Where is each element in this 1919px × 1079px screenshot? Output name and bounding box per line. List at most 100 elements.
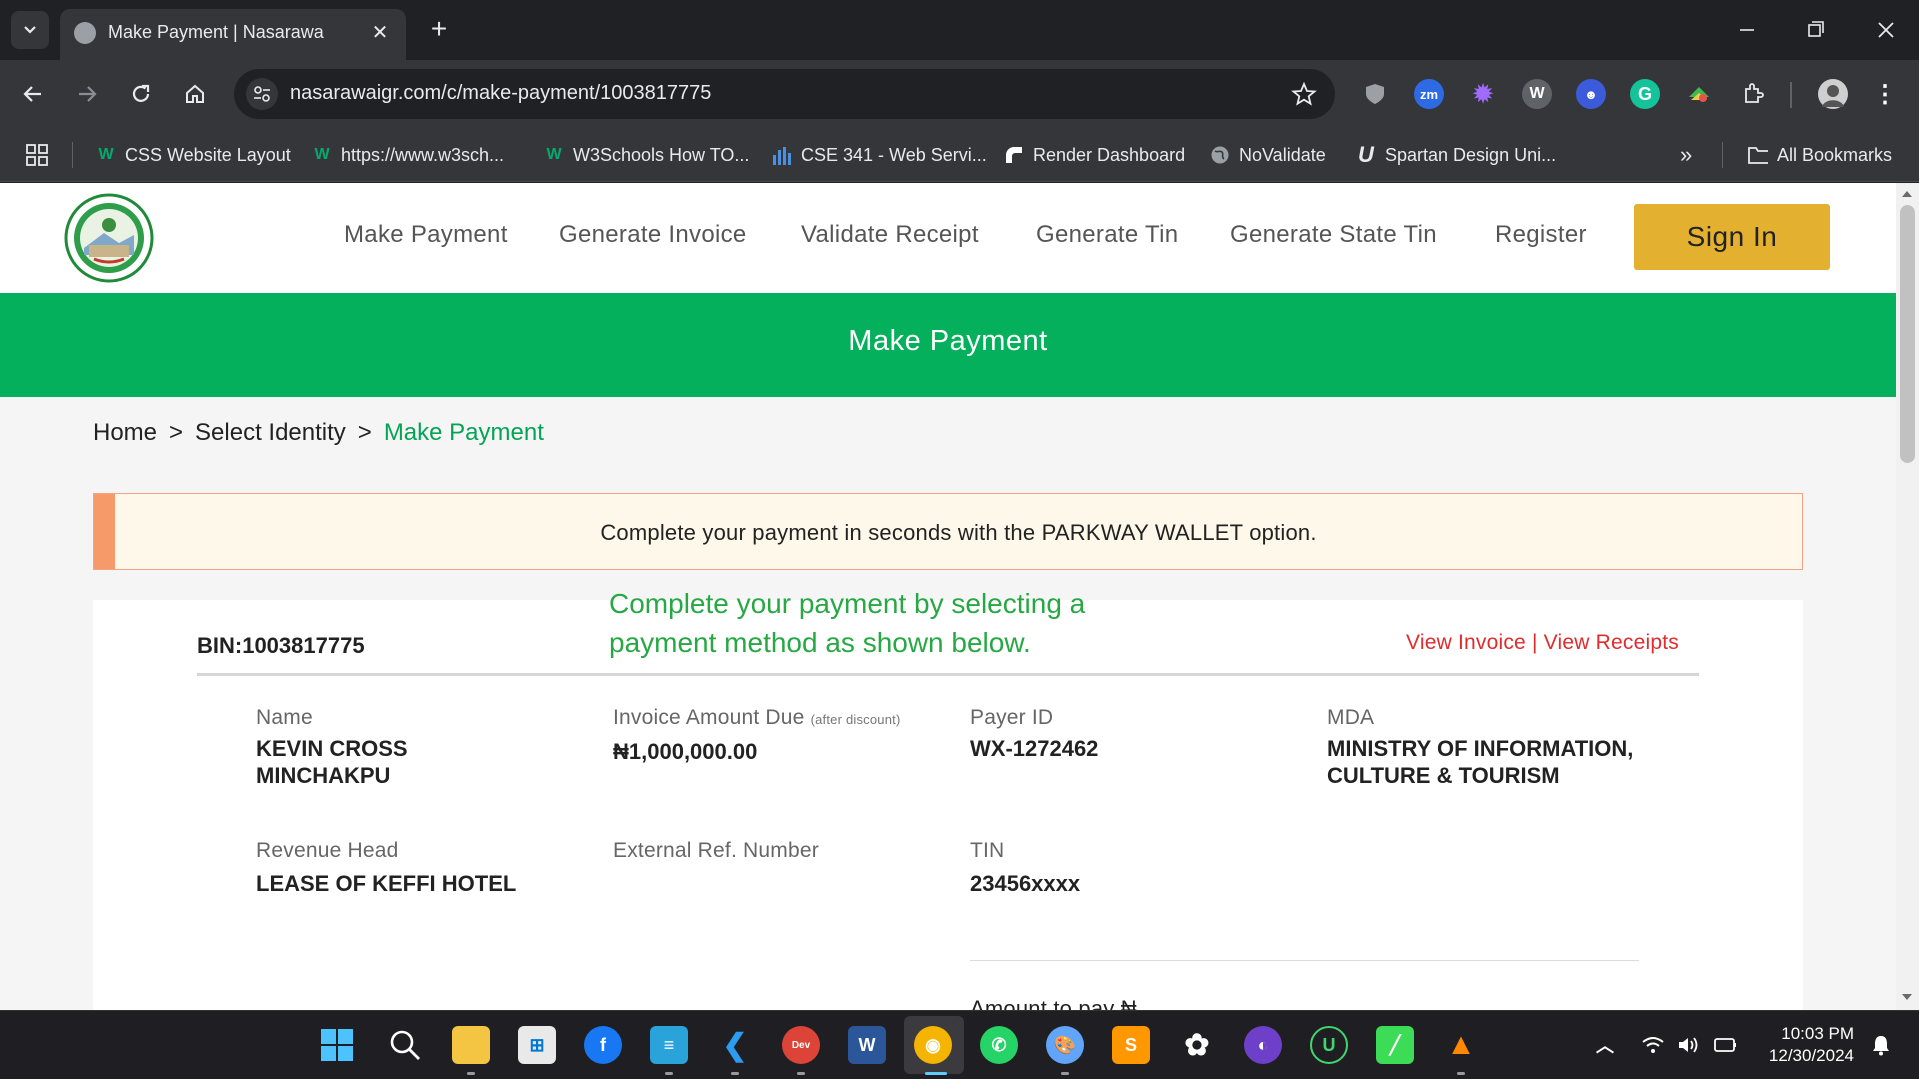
- toolbar-separator: [1790, 82, 1792, 108]
- facebook-icon[interactable]: f: [584, 1026, 622, 1064]
- invoice-amount-label: Invoice Amount Due (after discount): [613, 706, 901, 729]
- vscode-icon[interactable]: ❮: [716, 1026, 754, 1064]
- breadcrumb-home[interactable]: Home: [93, 419, 157, 447]
- scroll-up-icon[interactable]: [1902, 191, 1912, 197]
- nav-validate-receipt[interactable]: Validate Receipt: [801, 221, 979, 249]
- tray-overflow-icon[interactable]: ︿: [1586, 1026, 1624, 1064]
- nav-generate-invoice[interactable]: Generate Invoice: [559, 221, 747, 249]
- site-header: Make Payment Generate Invoice Validate R…: [0, 183, 1896, 293]
- nav-make-payment[interactable]: Make Payment: [344, 221, 508, 249]
- active-tab[interactable]: Make Payment | Nasarawa ✕: [60, 9, 406, 60]
- alert-text: Complete your payment in seconds with th…: [600, 520, 1317, 545]
- volume-icon[interactable]: [1670, 1026, 1708, 1064]
- back-button[interactable]: [16, 77, 50, 111]
- nasarawa-state-logo[interactable]: [64, 193, 154, 283]
- bookmark-item[interactable]: W https://www.w3sch...: [312, 140, 504, 170]
- bookmarks-overflow-button[interactable]: »: [1680, 140, 1692, 170]
- chatgpt-icon[interactable]: ✿: [1178, 1026, 1216, 1064]
- bot-extension-icon[interactable]: ☻: [1576, 79, 1606, 109]
- apps-grid-icon[interactable]: [26, 140, 48, 170]
- bookmark-item[interactable]: CSE 341 - Web Servi...: [772, 140, 987, 170]
- page-scrollbar[interactable]: [1896, 183, 1919, 1010]
- whatsapp-icon[interactable]: ✆: [980, 1026, 1018, 1064]
- page-viewport: Make Payment Generate Invoice Validate R…: [0, 183, 1919, 1010]
- shield-extension-icon[interactable]: [1360, 79, 1390, 109]
- reload-button[interactable]: [124, 77, 158, 111]
- chart-icon: [772, 145, 792, 165]
- bookmark-star-icon[interactable]: [1291, 81, 1317, 112]
- reload-icon: [132, 84, 150, 102]
- payment-details-card: Complete your payment by selecting a pay…: [93, 588, 1803, 1010]
- search-icon[interactable]: [386, 1026, 424, 1064]
- phone-link-icon[interactable]: ╱: [1376, 1026, 1414, 1064]
- word-icon[interactable]: W: [848, 1026, 886, 1064]
- payer-id-value: WX-1272462: [970, 736, 1099, 761]
- sign-in-button[interactable]: Sign In: [1634, 204, 1830, 270]
- nav-generate-tin[interactable]: Generate Tin: [1036, 221, 1178, 249]
- microsoft-store-icon[interactable]: ⊞: [518, 1026, 556, 1064]
- upwork-icon[interactable]: U: [1310, 1026, 1348, 1064]
- breadcrumb-separator: >: [357, 419, 372, 446]
- site-info-icon[interactable]: [246, 78, 278, 110]
- bookmark-item[interactable]: W W3Schools How TO...: [544, 140, 749, 170]
- breadcrumb-select-identity[interactable]: Select Identity: [195, 419, 346, 447]
- view-receipts-link[interactable]: View Receipts: [1544, 631, 1679, 654]
- nav-register[interactable]: Register: [1495, 221, 1587, 249]
- puzzle-extensions-icon[interactable]: [1738, 79, 1768, 109]
- paint-icon[interactable]: 🎨: [1046, 1026, 1084, 1064]
- tab-search-button[interactable]: [11, 11, 49, 49]
- close-tab-icon[interactable]: ✕: [366, 19, 394, 47]
- chrome-canary-icon[interactable]: ◉: [914, 1026, 952, 1064]
- sublime-text-icon[interactable]: S: [1112, 1026, 1150, 1064]
- minimize-button[interactable]: [1727, 10, 1767, 50]
- file-explorer-icon[interactable]: [452, 1026, 490, 1064]
- address-bar[interactable]: nasarawaigr.com/c/make-payment/100381777…: [234, 69, 1335, 119]
- zoom-extension-icon[interactable]: zm: [1414, 79, 1444, 109]
- color-extension-icon[interactable]: [1684, 79, 1714, 109]
- bookmark-item[interactable]: W CSS Website Layout: [96, 140, 290, 170]
- notification-bell-icon[interactable]: [1862, 1026, 1900, 1064]
- minimize-icon: [1740, 29, 1754, 31]
- home-button[interactable]: [178, 77, 212, 111]
- w3schools-icon: W: [546, 146, 562, 163]
- vlc-icon[interactable]: ▲: [1442, 1026, 1480, 1064]
- link-separator: |: [1525, 631, 1544, 654]
- all-bookmarks-button[interactable]: All Bookmarks: [1748, 140, 1892, 170]
- close-window-button[interactable]: [1866, 10, 1906, 50]
- external-ref-label: External Ref. Number: [613, 839, 819, 862]
- breadcrumb-current: Make Payment: [383, 419, 544, 446]
- running-indicator: [665, 1072, 673, 1075]
- page-banner: Make Payment: [0, 293, 1896, 397]
- scrollbar-thumb[interactable]: [1900, 205, 1915, 463]
- kebab-menu-icon[interactable]: ⋮: [1870, 79, 1900, 109]
- restore-button[interactable]: [1796, 10, 1836, 50]
- wifi-icon[interactable]: [1634, 1026, 1672, 1064]
- chrome-dev-icon[interactable]: Dev: [782, 1026, 820, 1064]
- forward-button[interactable]: [70, 77, 104, 111]
- mda-value: MINISTRY OF INFORMATION, CULTURE & TOURI…: [1327, 736, 1634, 788]
- url-text[interactable]: nasarawaigr.com/c/make-payment/100381777…: [290, 82, 711, 105]
- gear-extension-icon[interactable]: ✹: [1468, 79, 1498, 109]
- clock[interactable]: 10:03 PM 12/30/2024: [1754, 1023, 1854, 1067]
- arrow-right-icon: [79, 86, 97, 102]
- bookmark-item[interactable]: NoValidate: [1210, 140, 1326, 170]
- github-icon[interactable]: ◐: [1244, 1026, 1282, 1064]
- notepad-icon[interactable]: ≡: [650, 1026, 688, 1064]
- new-tab-button[interactable]: +: [422, 12, 456, 46]
- bookmark-item[interactable]: Render Dashboard: [1004, 140, 1185, 170]
- bookmarks-bar: W CSS Website Layout W https://www.w3sch…: [0, 128, 1919, 182]
- scroll-down-icon[interactable]: [1902, 994, 1912, 1000]
- w-extension-icon[interactable]: W: [1522, 79, 1552, 109]
- breadcrumb-separator: >: [169, 419, 184, 446]
- windows-start-icon[interactable]: [318, 1026, 356, 1064]
- running-indicator: [1457, 1072, 1465, 1075]
- browser-toolbar: nasarawaigr.com/c/make-payment/100381777…: [0, 60, 1919, 128]
- view-invoice-link[interactable]: View Invoice: [1406, 631, 1526, 654]
- avatar[interactable]: [1818, 79, 1848, 109]
- grammarly-extension-icon[interactable]: G: [1630, 79, 1660, 109]
- nav-generate-state-tin[interactable]: Generate State Tin: [1230, 221, 1437, 249]
- bookmark-item[interactable]: U Spartan Design Uni...: [1356, 140, 1556, 170]
- w3schools-icon: W: [98, 146, 114, 163]
- battery-icon[interactable]: [1706, 1026, 1744, 1064]
- windows-taskbar: ⊞ f ≡ ❮ Dev W ◉ ✆ 🎨 S ✿ ◐ U ╱ ▲ ︿ 10:03 …: [0, 1010, 1919, 1079]
